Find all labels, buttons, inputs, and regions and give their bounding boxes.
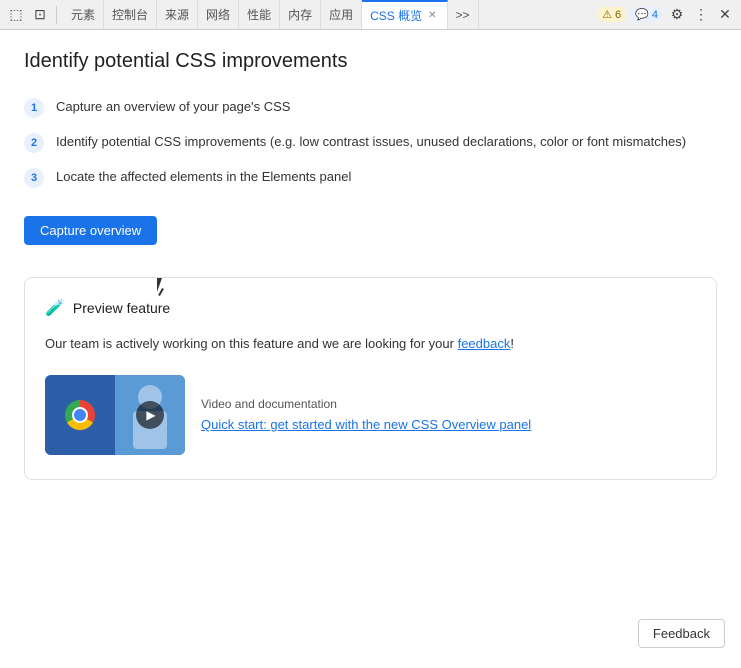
video-thumbnail[interactable]: ▶ xyxy=(45,375,185,455)
toolbar-right: ⚠ 6 💬 4 ⚙ ⋮ ✕ xyxy=(597,5,735,25)
step-2: 2 Identify potential CSS improvements (e… xyxy=(24,132,717,153)
video-info: Video and documentation Quick start: get… xyxy=(201,397,531,432)
main-content: Identify potential CSS improvements 1 Ca… xyxy=(0,30,741,668)
preview-description: Our team is actively working on this fea… xyxy=(45,334,696,355)
tab-application[interactable]: 应用 xyxy=(321,0,362,29)
more-options-icon[interactable]: ⋮ xyxy=(691,5,711,25)
tab-sources[interactable]: 来源 xyxy=(157,0,198,29)
video-section: ▶ Video and documentation Quick start: g… xyxy=(45,375,696,455)
thumb-right: ▶ xyxy=(115,375,185,455)
thumb-left xyxy=(45,375,115,455)
preview-header: 🧪 Preview feature xyxy=(45,298,696,318)
tab-close-icon[interactable]: ✕ xyxy=(426,9,438,22)
page-title: Identify potential CSS improvements xyxy=(24,50,717,73)
settings-icon[interactable]: ⚙ xyxy=(667,5,687,25)
step-2-text: Identify potential CSS improvements (e.g… xyxy=(56,132,717,152)
info-badge[interactable]: 💬 4 xyxy=(630,7,663,22)
video-link[interactable]: Quick start: get started with the new CS… xyxy=(201,417,531,432)
device-icon[interactable]: ⊡ xyxy=(30,5,50,25)
step-2-number: 2 xyxy=(24,133,44,153)
warning-badge[interactable]: ⚠ 6 xyxy=(597,7,626,22)
close-devtools-icon[interactable]: ✕ xyxy=(715,5,735,25)
tab-memory[interactable]: 内存 xyxy=(280,0,321,29)
more-tabs-button[interactable]: >> xyxy=(448,0,479,29)
tab-performance[interactable]: 性能 xyxy=(239,0,280,29)
step-3: 3 Locate the affected elements in the El… xyxy=(24,167,717,188)
preview-title: Preview feature xyxy=(73,300,170,316)
step-1-number: 1 xyxy=(24,98,44,118)
video-label: Video and documentation xyxy=(201,397,531,411)
toolbar-divider xyxy=(56,6,57,24)
inspect-icon[interactable]: ⬚ xyxy=(6,5,26,25)
tab-elements[interactable]: 元素 xyxy=(63,0,104,29)
devtools-toolbar: ⬚ ⊡ 元素 控制台 来源 网络 性能 内存 应用 CSS 概览 ✕ >> xyxy=(0,0,741,30)
feedback-button[interactable]: Feedback xyxy=(638,619,725,648)
tab-css-overview[interactable]: CSS 概览 ✕ xyxy=(362,0,447,29)
beaker-icon: 🧪 xyxy=(45,298,65,318)
step-3-number: 3 xyxy=(24,168,44,188)
steps-list: 1 Capture an overview of your page's CSS… xyxy=(24,97,717,188)
step-1: 1 Capture an overview of your page's CSS xyxy=(24,97,717,118)
step-1-text: Capture an overview of your page's CSS xyxy=(56,97,717,117)
play-button-icon: ▶ xyxy=(136,401,164,429)
feedback-link[interactable]: feedback xyxy=(458,336,511,351)
tab-bar: 元素 控制台 来源 网络 性能 内存 应用 CSS 概览 ✕ >> xyxy=(63,0,593,29)
preview-card: 🧪 Preview feature Our team is actively w… xyxy=(24,277,717,480)
capture-overview-button[interactable]: Capture overview xyxy=(24,216,157,245)
thumbnail-inner: ▶ xyxy=(45,375,185,455)
step-3-text: Locate the affected elements in the Elem… xyxy=(56,167,717,187)
tab-console[interactable]: 控制台 xyxy=(104,0,157,29)
chrome-logo-icon xyxy=(65,400,95,430)
tab-network[interactable]: 网络 xyxy=(198,0,239,29)
